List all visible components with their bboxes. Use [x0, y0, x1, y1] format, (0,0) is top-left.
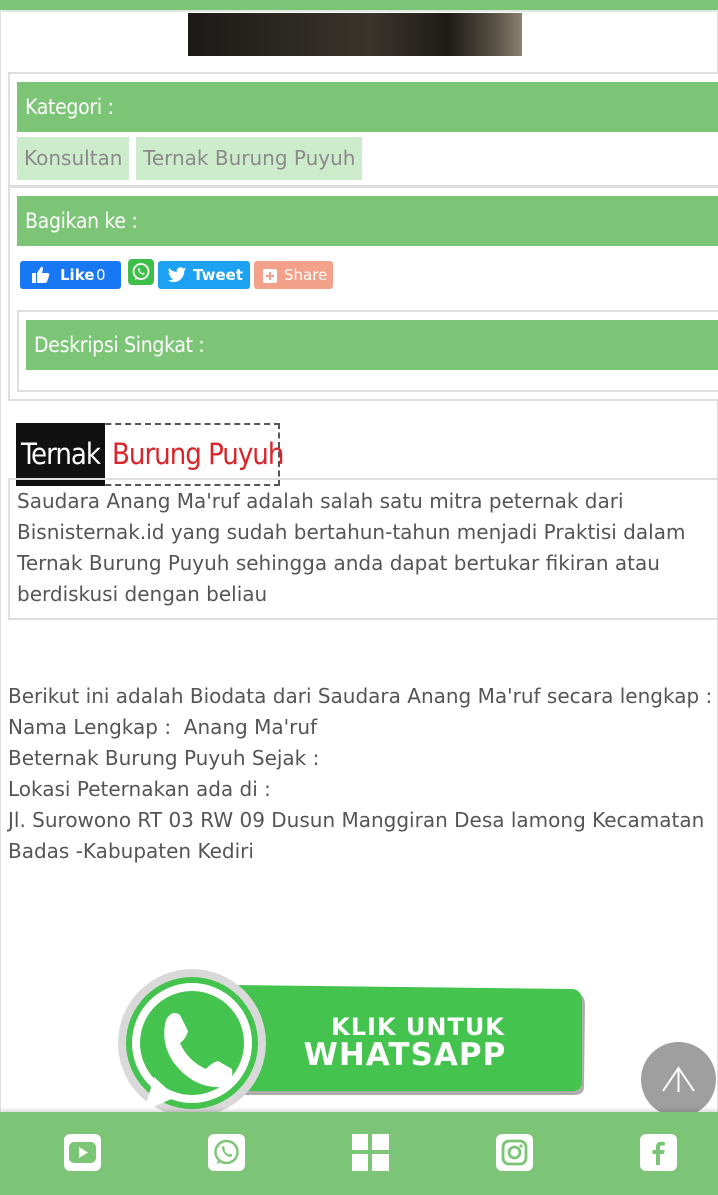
bio-line: Lokasi Peternakan ada di :	[8, 777, 271, 801]
menu-grid-icon[interactable]	[352, 1134, 389, 1171]
bio-line: Nama Lengkap : Anang Ma'ruf	[8, 715, 318, 739]
scroll-to-top-button[interactable]	[641, 1042, 716, 1117]
facebook-like-label: Like	[60, 266, 95, 284]
bio-line: Badas -Kabupaten Kediri	[8, 839, 254, 863]
intro-line: Saudara Anang Ma'ruf adalah salah satu m…	[17, 489, 624, 513]
intro-line: Ternak Burung Puyuh sehingga anda dapat …	[17, 551, 660, 575]
facebook-thumb-icon	[32, 266, 50, 283]
whatsapp-icon[interactable]	[208, 1134, 245, 1171]
whatsapp-share-button[interactable]	[128, 259, 154, 285]
bio-line: Beternak Burung Puyuh Sejak :	[8, 746, 320, 770]
whatsapp-banner-button[interactable]: KLIK UNTUK WHATSAPP	[114, 965, 586, 1117]
tweet-button[interactable]: Tweet	[158, 261, 250, 289]
whatsapp-banner-line2: WHATSAPP	[303, 1037, 507, 1073]
intro-text: Saudara Anang Ma'ruf adalah salah satu m…	[17, 486, 707, 610]
tweet-label: Tweet	[193, 266, 243, 284]
biodata-text: Berikut ini adalah Biodata dari Saudara …	[8, 681, 714, 867]
share-heading: Bagikan ke :	[17, 196, 718, 246]
facebook-like-button[interactable]: Like 0	[20, 261, 121, 289]
instagram-icon[interactable]	[496, 1134, 533, 1171]
share-button[interactable]: Share	[254, 261, 333, 289]
bio-line: Berikut ini adalah Biodata dari Saudara …	[8, 684, 713, 708]
share-label: Share	[284, 266, 328, 284]
facebook-like-count: 0	[96, 266, 106, 284]
category-tag-ternak-burung-puyuh[interactable]: Ternak Burung Puyuh	[136, 137, 363, 180]
twitter-bird-icon	[167, 267, 187, 283]
profile-photo	[188, 13, 522, 56]
bio-line: Jl. Surowono RT 03 RW 09 Dusun Manggiran…	[8, 808, 705, 832]
section-title-main: Burung Puyuh	[112, 437, 284, 471]
intro-line: berdiskusi dengan beliau	[17, 582, 268, 606]
intro-line: Bisnisternak.id yang sudah bertahun-tahu…	[17, 520, 686, 544]
youtube-icon[interactable]	[64, 1134, 101, 1171]
category-tag-konsultan[interactable]: Konsultan	[17, 137, 130, 180]
top-bar	[0, 0, 718, 10]
arrow-up-icon	[662, 1066, 695, 1092]
whatsapp-icon	[128, 259, 154, 285]
description-heading: Deskripsi Singkat :	[26, 320, 718, 370]
plus-share-icon	[263, 269, 277, 283]
section-title-prefix: Ternak	[16, 423, 105, 486]
category-heading: Kategori :	[17, 82, 718, 132]
facebook-icon[interactable]	[640, 1134, 677, 1171]
